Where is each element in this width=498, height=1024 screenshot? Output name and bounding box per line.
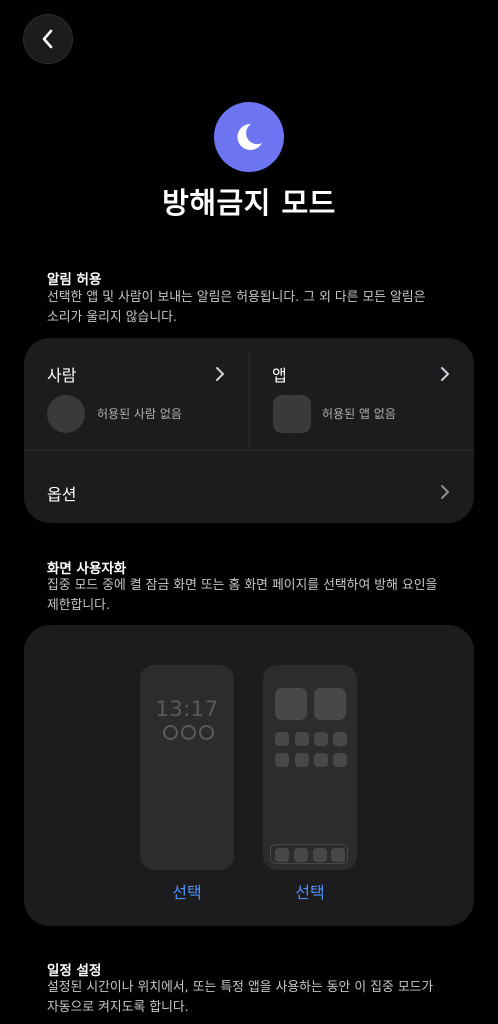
customize-section-title: 화면 사용자화 xyxy=(47,561,127,577)
home-widget xyxy=(314,688,346,720)
page-title: 방해금지 모드 xyxy=(162,186,336,220)
home-app-icon xyxy=(314,753,328,767)
lock-screen-time: 13:17 xyxy=(155,697,219,721)
apps-label: 앱 xyxy=(272,366,287,385)
back-button[interactable] xyxy=(23,14,73,64)
chevron-left-icon xyxy=(42,29,53,49)
home-app-icon xyxy=(333,732,347,746)
home-screen-preview[interactable] xyxy=(263,665,357,870)
lock-screen-widgets xyxy=(163,725,214,740)
home-app-icon xyxy=(333,753,347,767)
allow-section-description: 선택한 앱 및 사람이 보내는 알림은 허용됩니다. 그 외 다른 모든 알림은… xyxy=(47,290,426,325)
allow-notifications-card: 사람 허용된 사람 없음 앱 허용된 앱 없음 옵션 xyxy=(24,338,474,523)
lock-widget-circle xyxy=(199,725,214,740)
moon-icon xyxy=(214,102,284,172)
screen-customize-card: 13:17 선택 선택 xyxy=(24,625,474,926)
chevron-right-icon xyxy=(441,485,449,499)
schedule-section-description: 설정된 시간이나 위치에서, 또는 특정 앱을 사용하는 동안 이 집중 모드가… xyxy=(47,980,434,1015)
customize-section-description: 집중 모드 중에 켤 잠금 화면 또는 홈 화면 페이지를 선택하여 방해 요인… xyxy=(47,578,438,613)
lock-widget-circle xyxy=(163,725,178,740)
options-label: 옵션 xyxy=(47,485,77,504)
home-app-icon xyxy=(275,753,289,767)
options-row[interactable]: 옵션 xyxy=(24,451,474,523)
schedule-section-title: 일정 설정 xyxy=(47,963,102,979)
dock-app-icon xyxy=(331,848,345,862)
home-app-icon xyxy=(295,753,309,767)
apps-column[interactable]: 앱 허용된 앱 없음 xyxy=(249,338,474,450)
home-dock xyxy=(270,844,348,864)
people-label: 사람 xyxy=(47,366,77,385)
lock-screen-select-button[interactable]: 선택 xyxy=(140,879,234,903)
home-app-icon xyxy=(295,732,309,746)
lock-screen-preview[interactable]: 13:17 xyxy=(140,665,234,870)
dock-app-icon xyxy=(275,848,289,862)
dock-app-icon xyxy=(313,848,327,862)
home-screen-select-button[interactable]: 선택 xyxy=(263,879,357,903)
dock-app-icon xyxy=(294,848,308,862)
people-avatar-placeholder xyxy=(47,395,85,433)
lock-widget-circle xyxy=(181,725,196,740)
home-app-icon xyxy=(275,732,289,746)
allow-section-title: 알림 허용 xyxy=(47,272,102,288)
people-column[interactable]: 사람 허용된 사람 없음 xyxy=(24,338,249,450)
home-app-icon xyxy=(314,732,328,746)
people-empty-text: 허용된 사람 없음 xyxy=(97,407,182,421)
app-icon-placeholder xyxy=(273,395,311,433)
apps-empty-text: 허용된 앱 없음 xyxy=(322,407,396,421)
chevron-right-icon xyxy=(441,367,449,381)
chevron-right-icon xyxy=(216,367,224,381)
home-widget xyxy=(275,688,307,720)
